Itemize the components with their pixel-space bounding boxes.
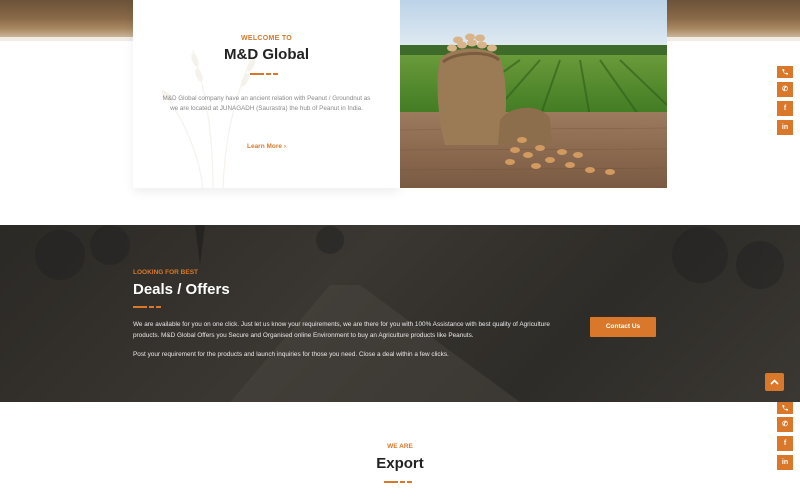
export-title: Export bbox=[376, 455, 424, 472]
whatsapp-icon: ✆ bbox=[782, 86, 788, 93]
title-divider bbox=[250, 73, 280, 75]
linkedin-button[interactable]: in bbox=[777, 120, 793, 135]
welcome-card: WELCOME TO M&D Global M&D Global company… bbox=[133, 0, 400, 188]
learn-more-link[interactable]: Learn More › bbox=[133, 143, 400, 150]
export-eyebrow: WE ARE bbox=[387, 443, 413, 450]
phone-icon bbox=[782, 405, 788, 411]
linkedin-button-2[interactable]: in bbox=[777, 455, 793, 470]
deals-background-image bbox=[35, 225, 784, 402]
phone-button[interactable] bbox=[777, 66, 793, 78]
phone-button-2[interactable] bbox=[777, 402, 793, 414]
deals-paragraph-1: We are available for you on one click. J… bbox=[133, 321, 550, 339]
welcome-description: M&D Global company have an ancient relat… bbox=[162, 95, 371, 112]
facebook-icon: f bbox=[783, 105, 787, 112]
deals-eyebrow: LOOKING FOR BEST bbox=[133, 269, 198, 276]
whatsapp-icon: ✆ bbox=[782, 421, 788, 428]
deals-section: LOOKING FOR BEST Deals / Offers We are a… bbox=[0, 225, 800, 402]
deals-title: Deals / Offers bbox=[133, 281, 230, 298]
deals-title-divider bbox=[133, 306, 163, 308]
whatsapp-button[interactable]: ✆ bbox=[777, 82, 793, 97]
linkedin-icon: in bbox=[781, 124, 789, 131]
welcome-title: M&D Global bbox=[224, 46, 309, 63]
contact-us-button[interactable]: Contact Us bbox=[590, 317, 656, 337]
chevron-up-icon bbox=[770, 379, 779, 385]
scroll-to-top-button[interactable] bbox=[765, 373, 784, 391]
facebook-button[interactable]: f bbox=[777, 101, 793, 116]
peanut-sack-image bbox=[400, 0, 667, 188]
facebook-button-2[interactable]: f bbox=[777, 436, 793, 451]
facebook-icon: f bbox=[783, 440, 787, 447]
phone-icon bbox=[782, 69, 788, 75]
whatsapp-button-2[interactable]: ✆ bbox=[777, 417, 793, 432]
welcome-eyebrow: WELCOME TO bbox=[240, 35, 293, 42]
linkedin-icon: in bbox=[781, 459, 789, 466]
deals-paragraph-2: Post your requirement for the products a… bbox=[133, 351, 449, 358]
export-title-divider bbox=[384, 481, 414, 483]
